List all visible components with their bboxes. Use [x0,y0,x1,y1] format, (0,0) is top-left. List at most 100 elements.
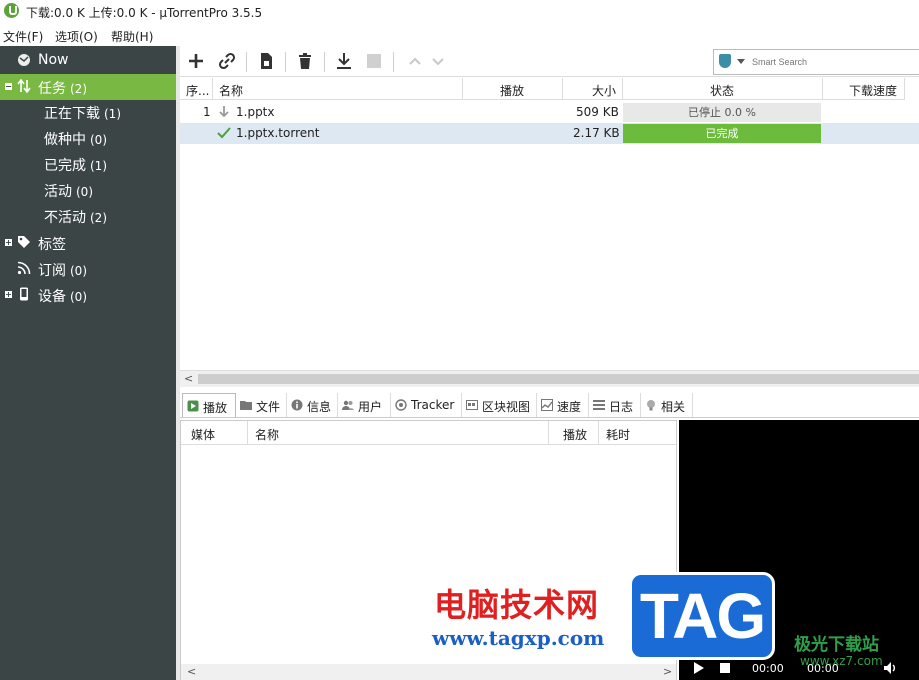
watermark-url: www.tagxp.com [432,626,605,650]
status-bar: 已完成 [623,124,821,143]
row-number: 1 [203,105,211,119]
sidebar-item-downloading[interactable]: 正在下载 (1) [0,99,176,125]
volume-icon[interactable] [884,662,900,674]
column-header-size[interactable]: 大小 [563,78,623,100]
tab-info[interactable]: 信息 [287,393,338,417]
chart-icon [541,399,553,411]
watermark-corner-text: 极光下载站 [794,635,879,655]
sidebar-item-label: 订阅 [38,263,66,279]
column-header-name[interactable]: 名称 [248,421,549,445]
sidebar-item-label: 做种中 [44,132,86,148]
tab-files[interactable]: 文件 [236,393,287,417]
grid-icon [466,400,478,410]
time-current: 00:00 [752,662,784,675]
create-torrent-icon[interactable] [256,51,276,71]
lightbulb-icon [647,400,655,411]
add-link-icon[interactable] [217,51,237,71]
tab-pieces[interactable]: 区块视图 [462,393,537,417]
phone-icon [20,287,28,301]
window-title: 下载:0.0 K 上传:0.0 K - µTorrentPro 3.5.5 [26,6,263,20]
sidebar-item-completed[interactable]: 已完成 (1) [0,151,176,177]
tab-tracker[interactable]: Tracker [391,393,462,417]
globe-icon [18,54,30,66]
torrent-size: 509 KB [576,105,619,119]
checkmark-icon [217,127,231,139]
column-header-name[interactable]: 名称 [213,78,463,100]
delete-icon[interactable] [295,51,315,71]
expand-icon[interactable]: + [5,239,12,247]
stop-icon[interactable] [720,663,730,673]
sidebar-item-active[interactable]: 活动 (0) [0,177,176,203]
chevron-down-icon[interactable] [737,59,745,64]
utorrent-logo-icon [4,3,19,18]
list-horizontal-scrollbar[interactable]: < [180,370,919,387]
column-header-play[interactable]: 播放 [549,421,599,445]
title-bar: 下载:0.0 K 上传:0.0 K - µTorrentPro 3.5.5 [0,0,919,22]
sidebar-item-tasks[interactable]: − 任务 (2) [0,74,176,100]
list-lines-icon [593,400,605,410]
scroll-right-icon[interactable]: > [663,665,672,678]
sidebar-item-count: (0) [90,133,107,147]
sidebar-item-now[interactable]: Now [0,48,176,74]
collapse-icon[interactable]: − [5,83,12,91]
status-text: 已完成 [705,127,739,140]
sidebar-item-label: 已完成 [44,158,86,174]
move-down-icon[interactable] [428,51,448,71]
sidebar-item-label: 不活动 [44,210,86,226]
toolbar-separator [324,52,325,72]
torrent-size: 2.17 KB [573,126,620,140]
sidebar-item-count: (0) [70,290,87,304]
scrollbar-thumb[interactable] [198,374,919,384]
sidebar-item-seeding[interactable]: 做种中 (0) [0,125,176,151]
column-header-status[interactable]: 状态 [623,78,823,100]
users-icon [342,400,354,410]
sidebar-item-feeds[interactable]: 订阅 (0) [0,256,176,282]
play-icon [187,400,199,412]
sidebar-item-count: (0) [76,185,93,199]
sidebar-item-label: 活动 [44,184,72,200]
menu-file[interactable]: 文件(F) [3,28,43,45]
play-icon[interactable] [693,662,705,674]
menu-options[interactable]: 选项(O) [55,28,98,45]
torrent-name: 1.pptx.torrent [236,126,320,140]
search-input[interactable] [750,53,914,71]
sidebar-item-inactive[interactable]: 不活动 (2) [0,203,176,229]
sidebar: Now − 任务 (2) 正在下载 (1) 做种中 (0) 已完成 (1) 活动 (0) … [0,46,176,680]
folder-icon [240,401,252,410]
smart-search-box[interactable] [713,49,919,75]
sidebar-item-label: 正在下载 [44,106,100,122]
tab-play[interactable]: 播放 [182,393,236,417]
tab-speed[interactable]: 速度 [537,393,589,417]
table-row[interactable]: 1 1.pptx 509 KB 已停止 0.0 % [180,102,919,123]
sidebar-item-label: Now [38,52,69,68]
column-header-media[interactable]: 媒体 [181,421,248,445]
torrent-name: 1.pptx [236,105,275,119]
media-horizontal-scrollbar[interactable]: < > [181,664,676,680]
sidebar-item-labels[interactable]: + 标签 [0,230,176,256]
scroll-left-icon[interactable]: < [184,372,193,385]
download-icon[interactable] [334,51,354,71]
column-header-duration[interactable]: 耗时 [599,421,676,445]
sidebar-item-devices[interactable]: + 设备 (0) [0,282,176,308]
watermark-corner-url: www.xz7.com [800,654,883,668]
watermark-tag-logo: TAG [629,572,775,660]
target-icon [395,399,407,411]
menu-help[interactable]: 帮助(H) [111,28,153,45]
scroll-left-icon[interactable]: < [187,665,196,678]
add-torrent-icon[interactable] [186,51,206,71]
menu-bar: 文件(F) 选项(O) 帮助(H) [0,24,919,44]
sidebar-item-count: (0) [70,264,87,278]
sidebar-item-count: (1) [104,107,121,121]
tab-related[interactable]: 相关 [641,393,693,417]
move-up-icon[interactable] [405,51,425,71]
sidebar-item-count: (1) [90,159,107,173]
tab-peers[interactable]: 用户 [338,393,391,417]
column-header-number[interactable]: 序... [180,78,213,100]
table-row[interactable]: 1.pptx.torrent 2.17 KB 已完成 [180,123,919,144]
stop-icon[interactable] [364,51,384,71]
expand-icon[interactable]: + [5,291,12,299]
column-header-download-speed[interactable]: 下载速度 [823,78,905,100]
sidebar-item-label: 标签 [38,237,66,253]
tab-log[interactable]: 日志 [589,393,641,417]
column-header-play[interactable]: 播放 [463,78,563,100]
